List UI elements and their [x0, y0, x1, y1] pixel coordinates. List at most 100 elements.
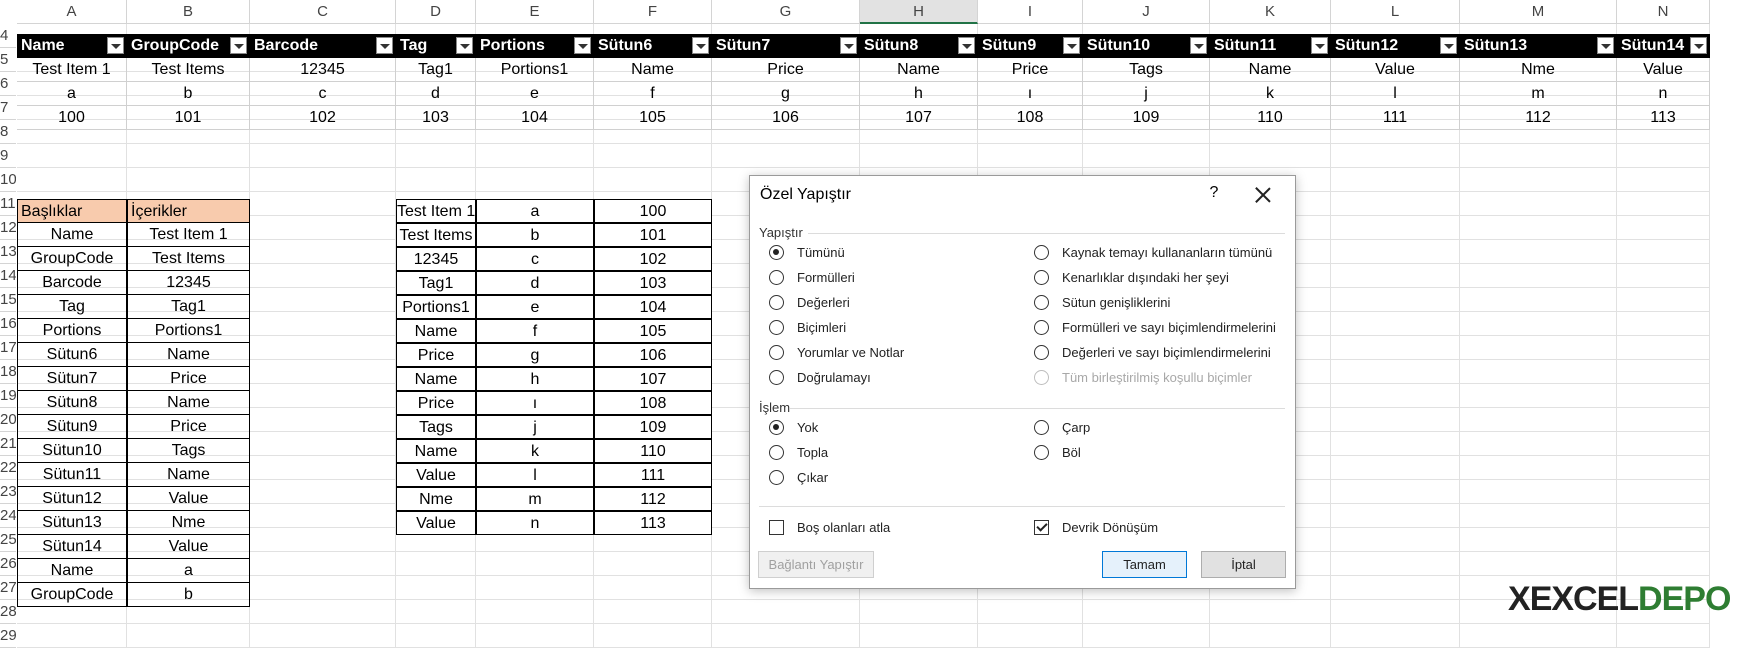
cell[interactable] — [127, 168, 250, 192]
table-cell[interactable]: c — [250, 82, 396, 106]
cell[interactable] — [1617, 288, 1710, 312]
filter-dropdown-icon[interactable] — [574, 37, 591, 54]
left-table-cell[interactable]: Barcode — [17, 271, 127, 295]
transposed-cell[interactable]: 12345 — [396, 247, 476, 271]
cell[interactable] — [396, 552, 476, 576]
operation-option[interactable]: Çarp — [1034, 418, 1090, 438]
cell[interactable] — [1460, 216, 1617, 240]
table-cell[interactable]: Price — [978, 58, 1083, 82]
cell[interactable] — [860, 624, 978, 648]
cell[interactable] — [250, 408, 396, 432]
table-cell[interactable]: l — [1331, 82, 1460, 106]
table-cell[interactable]: b — [127, 82, 250, 106]
transposed-cell[interactable]: m — [476, 487, 594, 511]
transposed-cell[interactable]: n — [476, 511, 594, 535]
cell[interactable] — [1460, 456, 1617, 480]
transposed-cell[interactable]: 110 — [594, 439, 712, 463]
table-header-cell[interactable]: Sütun6 — [594, 34, 712, 58]
cell[interactable] — [1460, 504, 1617, 528]
table-header-cell[interactable]: Sütun10 — [1083, 34, 1210, 58]
table-header-cell[interactable]: Name — [17, 34, 127, 58]
close-icon[interactable] — [1250, 182, 1276, 208]
table-cell[interactable]: Tags — [1083, 58, 1210, 82]
cell[interactable] — [712, 600, 860, 624]
column-header-f[interactable]: F — [594, 0, 712, 24]
table-header-cell[interactable]: Sütun12 — [1331, 34, 1460, 58]
left-table-cell[interactable]: Portions — [17, 319, 127, 343]
cell[interactable] — [1617, 312, 1710, 336]
row-header[interactable]: 12 — [0, 216, 16, 240]
row-header[interactable]: 14 — [0, 264, 16, 288]
left-table-cell[interactable]: Sütun12 — [17, 487, 127, 511]
cell[interactable] — [594, 144, 712, 168]
table-cell[interactable]: a — [17, 82, 127, 106]
cell[interactable] — [250, 432, 396, 456]
transposed-cell[interactable]: a — [476, 199, 594, 223]
cell[interactable] — [1210, 600, 1331, 624]
cell[interactable] — [250, 504, 396, 528]
table-cell[interactable]: 101 — [127, 106, 250, 130]
table-header-cell[interactable]: Portions — [476, 34, 594, 58]
cell[interactable] — [476, 144, 594, 168]
row-header[interactable]: 28 — [0, 600, 16, 624]
cell[interactable] — [1460, 168, 1617, 192]
cell[interactable] — [250, 216, 396, 240]
transposed-cell[interactable]: Portions1 — [396, 295, 476, 319]
cell[interactable] — [1331, 312, 1460, 336]
cell[interactable] — [17, 144, 127, 168]
cell[interactable] — [127, 624, 250, 648]
transposed-cell[interactable]: f — [476, 319, 594, 343]
cell[interactable] — [1331, 264, 1460, 288]
table-cell[interactable]: f — [594, 82, 712, 106]
row-header[interactable]: 17 — [0, 336, 16, 360]
cell[interactable] — [1331, 168, 1460, 192]
row-header[interactable]: 21 — [0, 432, 16, 456]
cell[interactable] — [1083, 144, 1210, 168]
row-header[interactable]: 5 — [0, 48, 16, 72]
transposed-cell[interactable]: 112 — [594, 487, 712, 511]
table-cell[interactable]: j — [1083, 82, 1210, 106]
table-cell[interactable]: 110 — [1210, 106, 1331, 130]
cell[interactable] — [250, 312, 396, 336]
row-header[interactable]: 25 — [0, 528, 16, 552]
table-cell[interactable]: 104 — [476, 106, 594, 130]
cell[interactable] — [396, 624, 476, 648]
cell[interactable] — [476, 552, 594, 576]
left-table-cell[interactable]: Tag1 — [127, 295, 250, 319]
transposed-cell[interactable]: Nme — [396, 487, 476, 511]
table-cell[interactable]: h — [860, 82, 978, 106]
cell[interactable] — [1460, 552, 1617, 576]
cell[interactable] — [1331, 600, 1460, 624]
table-cell[interactable]: k — [1210, 82, 1331, 106]
operation-option[interactable]: Çıkar — [769, 468, 828, 488]
left-table-cell[interactable]: Sütun10 — [17, 439, 127, 463]
cell[interactable] — [396, 576, 476, 600]
cell[interactable] — [1617, 360, 1710, 384]
left-table-cell[interactable]: a — [127, 559, 250, 583]
cell[interactable] — [1331, 504, 1460, 528]
cell[interactable] — [396, 600, 476, 624]
cell[interactable] — [1460, 528, 1617, 552]
cell[interactable] — [594, 624, 712, 648]
cell[interactable] — [1331, 624, 1460, 648]
filter-dropdown-icon[interactable] — [230, 37, 247, 54]
column-header-a[interactable]: A — [17, 0, 127, 24]
cell[interactable] — [1617, 168, 1710, 192]
column-header-e[interactable]: E — [476, 0, 594, 24]
table-cell[interactable]: 108 — [978, 106, 1083, 130]
cell[interactable] — [250, 288, 396, 312]
left-table-cell[interactable]: Sütun6 — [17, 343, 127, 367]
left-table-cell[interactable]: GroupCode — [17, 247, 127, 271]
cell[interactable] — [1460, 624, 1617, 648]
transposed-cell[interactable]: Name — [396, 439, 476, 463]
table-cell[interactable]: 112 — [1460, 106, 1617, 130]
cell[interactable] — [1617, 552, 1710, 576]
cell[interactable] — [476, 168, 594, 192]
column-header-b[interactable]: B — [127, 0, 250, 24]
cell[interactable] — [1617, 384, 1710, 408]
transposed-cell[interactable]: Name — [396, 319, 476, 343]
table-header-cell[interactable]: Sütun7 — [712, 34, 860, 58]
table-cell[interactable]: 12345 — [250, 58, 396, 82]
skip-blanks-checkbox[interactable]: Boş olanları atla — [769, 518, 890, 538]
cell[interactable] — [1460, 360, 1617, 384]
